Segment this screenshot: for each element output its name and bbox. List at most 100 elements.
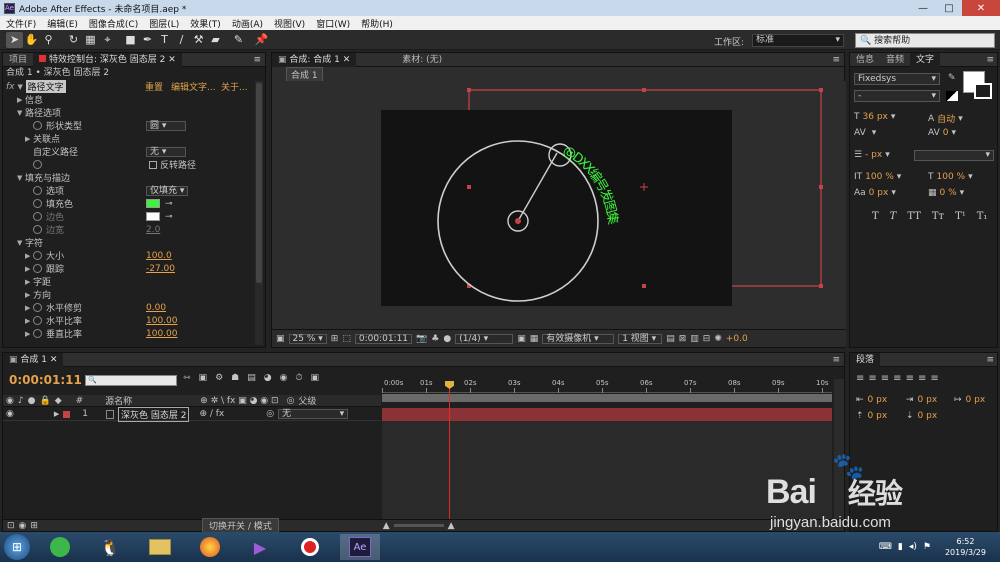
zoom-tool-icon[interactable]: ⚲ (40, 32, 57, 48)
color-swatch[interactable] (146, 199, 160, 208)
menu-effect[interactable]: 效果(T) (190, 17, 221, 30)
vertical-scale-value[interactable]: 100 % (865, 172, 894, 182)
justify-last-left-icon[interactable]: ≡ (893, 373, 901, 384)
zoom-out-icon[interactable]: ▲ (383, 521, 390, 531)
caret-right-icon[interactable]: ▶ (25, 330, 33, 338)
taskbar-player-icon[interactable]: ▶ (240, 534, 280, 560)
hand-tool-icon[interactable]: ✋ (23, 32, 40, 48)
reverse-path-checkbox[interactable] (149, 160, 157, 169)
align-left-icon[interactable]: ≡ (856, 373, 864, 384)
comp-subtab[interactable]: 合成 1 (286, 66, 323, 82)
taskbar-browser-icon[interactable] (40, 534, 80, 560)
pan-behind-tool-icon[interactable]: ⌖ (99, 32, 116, 48)
tab-info[interactable]: 信息 (850, 53, 880, 67)
effect-property-row[interactable]: ▼ 字符 (3, 236, 265, 250)
parent-header[interactable]: 父级 (298, 394, 316, 407)
justify-all-icon[interactable]: ≡ (930, 373, 938, 384)
puppet-pin-tool-icon[interactable]: 📌 (253, 32, 270, 48)
stopwatch-icon[interactable] (33, 316, 42, 325)
stopwatch-icon[interactable] (33, 199, 42, 208)
subscript-button[interactable]: T₁ (977, 211, 988, 222)
toggle-switches-icon[interactable]: ⊡ (7, 521, 15, 531)
keyboard-icon[interactable]: ⌨ (879, 542, 892, 552)
always-preview-icon[interactable]: ▣ (276, 334, 285, 344)
stopwatch-icon[interactable] (33, 251, 42, 260)
caret-right-icon[interactable]: ▶ (25, 278, 33, 286)
live-update-icon[interactable]: ▣ (199, 373, 208, 383)
region-of-interest-icon[interactable]: ▣ (517, 334, 526, 344)
baseline-value[interactable]: 0 px (869, 188, 889, 198)
justify-last-center-icon[interactable]: ≡ (906, 373, 914, 384)
caret-down-icon[interactable]: ▼ (17, 109, 25, 117)
close-icon[interactable]: ✕ (50, 355, 58, 365)
taskbar-recorder-icon[interactable] (290, 534, 330, 560)
all-caps-button[interactable]: TT (907, 211, 921, 222)
effect-property-row[interactable]: 填充色 ⊸ (3, 197, 265, 210)
layer-name[interactable]: 深灰色 固态层 2 (117, 406, 190, 422)
stopwatch-icon[interactable] (33, 329, 42, 338)
font-size-value[interactable]: 36 px (863, 112, 888, 122)
font-style-select[interactable]: - ▾ (854, 90, 940, 102)
color-channels-icon[interactable]: ● (443, 334, 451, 344)
effect-value[interactable]: 100.00 (146, 329, 178, 339)
exposure-value[interactable]: +0.0 (726, 334, 748, 344)
roto-brush-tool-icon[interactable]: ✎ (230, 32, 247, 48)
eyedropper-icon[interactable]: ✎ (948, 73, 956, 83)
zoom-in-icon[interactable]: ▲ (448, 521, 455, 531)
effect-value[interactable]: 100.00 (146, 316, 178, 326)
effect-property-row[interactable]: 边宽 2.0 (3, 223, 265, 236)
effect-value[interactable]: 2.0 (146, 225, 160, 235)
flag-icon[interactable]: ⚑ (923, 542, 931, 552)
effect-property-row[interactable]: 反转路径 (3, 158, 265, 171)
effect-property-row[interactable]: ▶ 大小 100.0 (3, 249, 265, 263)
show-snapshot-icon[interactable]: ♣ (431, 334, 439, 344)
volume-icon[interactable]: ◂) (909, 542, 917, 552)
type-tool-icon[interactable]: T (156, 32, 173, 48)
menu-edit[interactable]: 编辑(E) (47, 17, 78, 30)
tab-effect-controls[interactable]: 特效控制台: 深灰色 固态层 2 ✕ (33, 52, 182, 67)
effect-property-row[interactable]: ▼ 路径选项 (3, 106, 265, 120)
effect-value[interactable]: -27.00 (146, 264, 175, 274)
rotate-tool-icon[interactable]: ↻ (65, 32, 82, 48)
stopwatch-icon[interactable] (33, 186, 42, 195)
effect-name[interactable]: 路径文字 (25, 80, 66, 93)
menu-composition[interactable]: 图像合成(C) (89, 17, 138, 30)
about-link[interactable]: 关于... (221, 80, 248, 93)
reset-exposure-icon[interactable]: ✺ (714, 334, 722, 344)
caret-right-icon[interactable]: ▶ (17, 96, 25, 104)
tracking-value[interactable]: 0 (943, 128, 949, 138)
reset-link[interactable]: 重置 (145, 80, 163, 93)
effect-property-row[interactable]: ▶ 方向 (3, 288, 265, 302)
effect-property-row[interactable]: 选项 仅填充 ▾ (3, 184, 265, 197)
taskbar-qq-icon[interactable]: 🐧 (90, 534, 130, 560)
hide-shy-layers-icon[interactable]: ☗ (231, 373, 239, 383)
zoom-select[interactable]: 25 % ▾ (288, 333, 327, 344)
close-icon[interactable]: ✕ (168, 55, 176, 65)
small-caps-button[interactable]: Tт (932, 211, 944, 222)
menu-help[interactable]: 帮助(H) (361, 17, 393, 30)
eyedropper-icon[interactable]: ⊸ (165, 212, 173, 222)
effect-property-row[interactable]: ▶ 字距 (3, 275, 265, 289)
toggle-in-out-icon[interactable]: ⊞ (30, 521, 38, 531)
stopwatch-icon[interactable] (33, 121, 42, 130)
help-search-input[interactable]: 🔍 搜索帮助 (855, 33, 995, 48)
fx-icon[interactable]: fx (6, 82, 15, 92)
workspace-select[interactable]: 标准 ▾ (752, 34, 844, 47)
stroke-color-swatch[interactable] (974, 83, 992, 99)
space-before-value[interactable]: 0 px (868, 411, 888, 421)
tab-footage[interactable]: 素材: (无) (396, 53, 448, 67)
tab-composition[interactable]: ▣ 合成: 合成 1 ✕ (272, 52, 357, 67)
network-icon[interactable]: ▮ (898, 542, 903, 552)
effect-property-row[interactable]: 形状类型 圆 ▾ (3, 119, 265, 132)
maximize-button[interactable]: □ (936, 0, 962, 16)
effect-value[interactable]: 0.00 (146, 303, 166, 313)
clock[interactable]: 6:52 2019/3/29 (945, 536, 986, 558)
timeline-current-time[interactable]: 0:00:01:11 (9, 373, 82, 387)
timeline-search-input[interactable]: 🔍 (85, 375, 177, 386)
faux-bold-button[interactable]: T (872, 211, 879, 222)
toggle-modes-icon[interactable]: ◉ (19, 521, 27, 531)
current-time-display[interactable]: 0:00:01:11 (354, 333, 413, 344)
indent-first-value[interactable]: 0 px (966, 395, 986, 405)
clone-stamp-tool-icon[interactable]: ⚒ (190, 32, 207, 48)
effect-property-row[interactable]: ▶ 信息 (3, 93, 265, 107)
